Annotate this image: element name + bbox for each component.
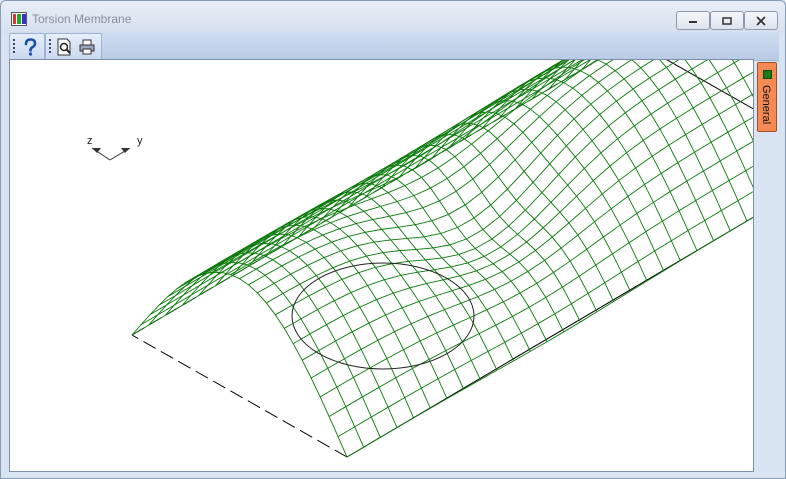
question-mark-icon [24, 38, 37, 56]
toolbar-group-help [9, 33, 45, 61]
close-icon [756, 15, 766, 26]
main-window: Torsion Membrane z y General [0, 0, 786, 479]
outline-edge [346, 197, 785, 458]
mesh-line [148, 262, 365, 448]
print-preview-button[interactable] [55, 37, 75, 57]
minimize-icon [689, 20, 697, 23]
toolbar [9, 32, 779, 61]
axes-indicator: z y [87, 135, 143, 161]
membrane-plot: z y [87, 1, 785, 458]
z-axis-arrow-icon [92, 148, 101, 153]
close-button[interactable] [744, 11, 778, 30]
help-button[interactable] [20, 37, 40, 57]
mesh-line [164, 252, 381, 438]
app-icon [11, 12, 27, 26]
mesh-line [614, 1, 785, 75]
mesh-line [581, 6, 785, 166]
window-title: Torsion Membrane [32, 12, 132, 26]
toolbar-group-print [45, 33, 102, 61]
restore-button[interactable] [710, 11, 744, 30]
restore-icon [722, 16, 732, 25]
mesh-line [231, 216, 448, 399]
tab-general-label: General [760, 85, 772, 125]
mesh-line [364, 144, 581, 323]
printer-icon [79, 39, 95, 55]
y-axis-label: y [137, 135, 143, 147]
z-axis-label: z [87, 135, 93, 147]
tab-general[interactable]: General [757, 62, 777, 132]
mesh-line [167, 1, 669, 297]
mesh-line [275, 19, 776, 316]
tab-status-icon [763, 70, 772, 79]
print-preview-icon [57, 38, 71, 56]
title-bar[interactable]: Torsion Membrane [1, 1, 785, 33]
mesh-line [346, 198, 785, 458]
mesh-line [314, 174, 531, 352]
minimize-button[interactable] [676, 11, 710, 30]
toolbar-grip[interactable] [49, 39, 51, 55]
mesh-line [498, 56, 715, 241]
membrane-mesh [131, 1, 785, 458]
toolbar-grip[interactable] [13, 39, 15, 55]
print-button[interactable] [77, 37, 97, 57]
mesh-line [248, 1, 731, 286]
mesh-line [239, 1, 711, 280]
mesh-line [337, 172, 785, 437]
plot-canvas[interactable]: z y [9, 1, 785, 472]
mesh-line [221, 1, 683, 273]
mesh-line [131, 271, 348, 458]
